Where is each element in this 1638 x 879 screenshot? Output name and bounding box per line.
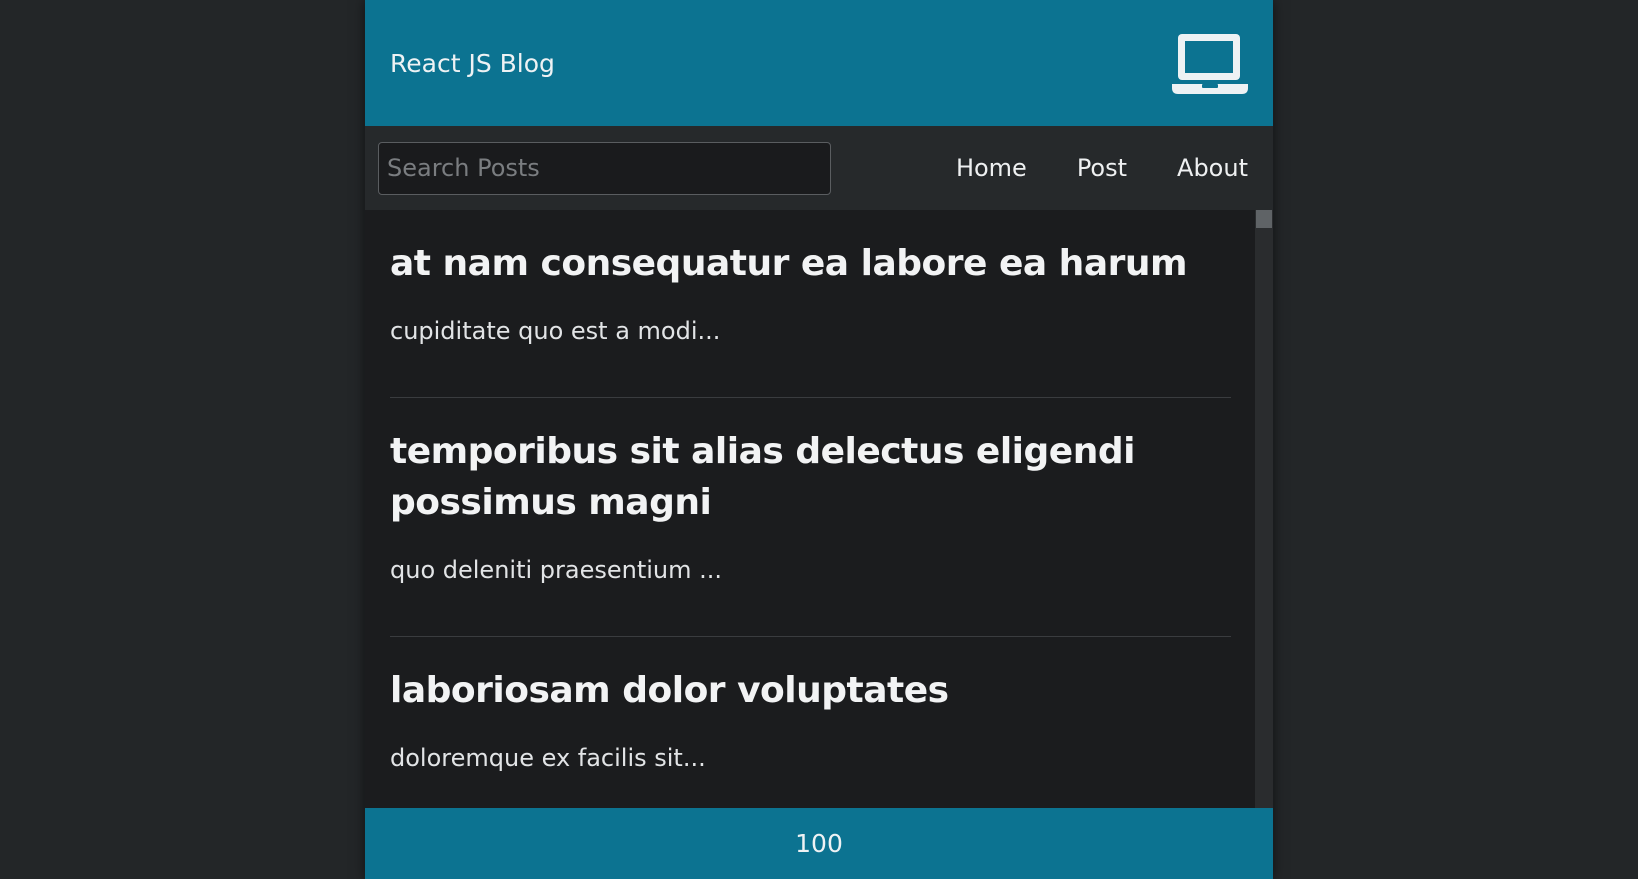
post-body: quo deleniti praesentium ... <box>390 556 723 584</box>
post-body: cupiditate quo est a modi... <box>390 317 721 345</box>
scrollbar-thumb[interactable] <box>1256 210 1272 228</box>
nav-item-post: Post <box>1077 154 1127 182</box>
post-feed: at nam consequatur ea labore ea harum cu… <box>365 210 1273 808</box>
nav-link-post[interactable]: Post <box>1077 154 1127 182</box>
app-window: React JS Blog Home Post About at nam con… <box>365 0 1273 879</box>
nav-link-about[interactable]: About <box>1177 154 1248 182</box>
post-title[interactable]: at nam consequatur ea labore ea harum <box>390 238 1231 289</box>
nav-item-home: Home <box>956 154 1027 182</box>
post-body: doloremque ex facilis sit... <box>390 744 706 772</box>
post-item[interactable]: temporibus sit alias delectus eligendi p… <box>390 398 1231 637</box>
post-count: 100 <box>795 829 843 858</box>
nav-links: Home Post About <box>956 154 1248 182</box>
post-title[interactable]: laboriosam dolor voluptates <box>390 665 1231 716</box>
nav-item-about: About <box>1177 154 1248 182</box>
nav-link-home[interactable]: Home <box>956 154 1027 182</box>
laptop-icon <box>1172 34 1248 94</box>
scrollbar[interactable] <box>1255 210 1273 808</box>
post-item[interactable]: laboriosam dolor voluptates doloremque e… <box>390 637 1231 808</box>
post-item[interactable]: at nam consequatur ea labore ea harum cu… <box>390 210 1231 398</box>
footer: 100 <box>365 808 1273 879</box>
search-input[interactable] <box>378 141 831 195</box>
search-form <box>378 141 831 195</box>
page-title: React JS Blog <box>390 48 555 78</box>
nav-bar: Home Post About <box>365 126 1273 210</box>
post-title[interactable]: temporibus sit alias delectus eligendi p… <box>390 426 1231 528</box>
header: React JS Blog <box>365 0 1273 126</box>
